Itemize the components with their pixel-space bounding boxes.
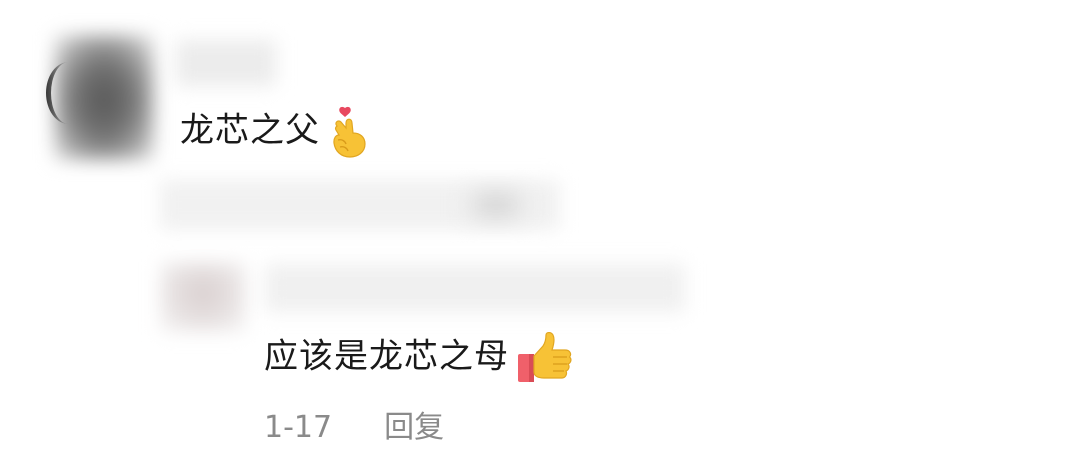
replier-name[interactable] xyxy=(265,264,685,312)
replier-avatar[interactable] xyxy=(160,262,246,332)
comment-text: 龙芯之父 xyxy=(180,110,320,151)
finger-heart-icon xyxy=(328,106,368,158)
reply-meta: 1-17 回复 xyxy=(264,405,444,451)
reply-body: 应该是龙芯之母 xyxy=(264,332,573,384)
comment-meta-icon xyxy=(462,186,530,224)
thumbs-up-icon xyxy=(517,332,573,384)
reply-button[interactable]: 回复 xyxy=(384,405,444,451)
reply-text: 应该是龙芯之母 xyxy=(264,336,509,377)
reply-date: 1-17 xyxy=(264,410,333,445)
comment-body: 龙芯之父 xyxy=(180,106,368,158)
commenter-avatar[interactable] xyxy=(54,35,154,160)
commenter-name[interactable] xyxy=(176,40,276,86)
